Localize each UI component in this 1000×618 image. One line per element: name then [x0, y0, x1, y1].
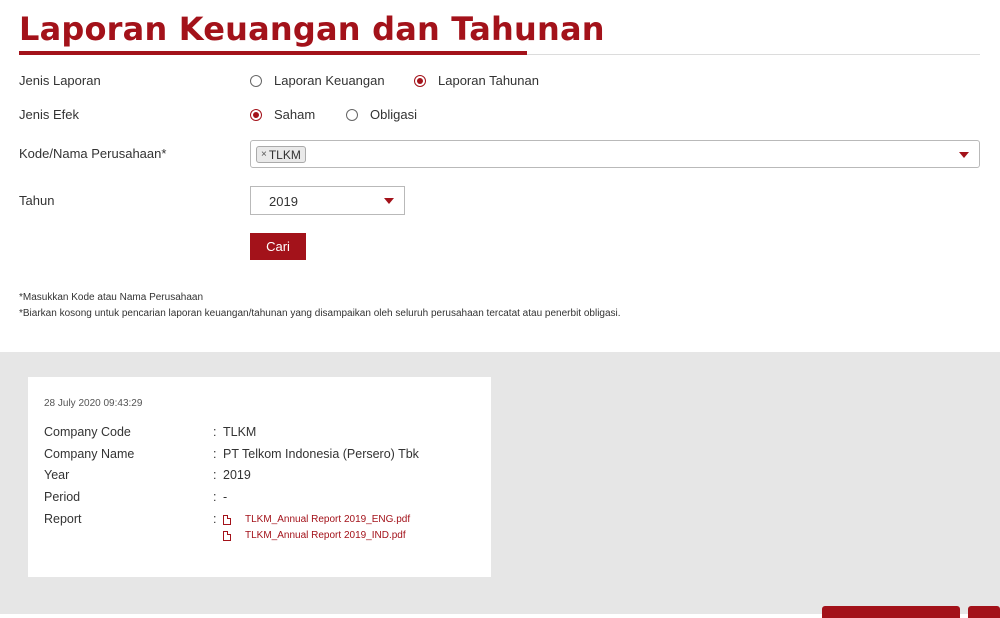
year-label: Year	[44, 468, 70, 482]
results-section: 28 July 2020 09:43:29 Company Code : TLK…	[0, 352, 1000, 614]
result-card: 28 July 2020 09:43:29 Company Code : TLK…	[28, 377, 491, 577]
company-code-select[interactable]: × TLKM	[250, 140, 980, 168]
pdf-file-icon	[223, 530, 231, 541]
company-name-value: PT Telkom Indonesia (Persero) Tbk	[223, 447, 419, 461]
jenis-laporan-label: Jenis Laporan	[19, 73, 101, 88]
chip-label: TLKM	[268, 147, 301, 162]
report-link-ind[interactable]: TLKM_Annual Report 2019_IND.pdf	[223, 530, 406, 541]
field-colon: :	[213, 468, 217, 482]
radio-label: Laporan Keuangan	[274, 73, 385, 88]
radio-unchecked-icon	[250, 74, 262, 87]
report-link-text: TLKM_Annual Report 2019_ENG.pdf	[245, 514, 411, 525]
pdf-file-icon	[223, 514, 231, 525]
period-value: -	[223, 490, 228, 504]
radio-unchecked-icon	[346, 108, 358, 121]
search-form-section: Laporan Keuangan dan Tahunan Jenis Lapor…	[0, 0, 1000, 352]
bottom-button-partial[interactable]	[968, 606, 1000, 618]
radio-checked-icon	[414, 74, 426, 87]
report-link-eng[interactable]: TLKM_Annual Report 2019_ENG.pdf	[223, 514, 410, 525]
title-underline	[19, 51, 527, 55]
field-colon: :	[213, 512, 217, 526]
radio-label: Saham	[274, 107, 316, 122]
year-select[interactable]: 2019	[250, 186, 405, 215]
company-code-value: TLKM	[223, 425, 257, 439]
jenis-efek-label: Jenis Efek	[19, 107, 79, 122]
report-link-text: TLKM_Annual Report 2019_IND.pdf	[245, 530, 406, 541]
field-colon: :	[213, 490, 217, 504]
report-label: Report	[44, 512, 82, 526]
year-value: 2019	[223, 468, 251, 482]
field-colon: :	[213, 447, 217, 461]
radio-saham[interactable]: Saham	[250, 107, 315, 122]
page-title: Laporan Keuangan dan Tahunan	[19, 10, 605, 48]
company-code-label: Company Code	[44, 425, 131, 439]
radio-checked-icon	[250, 108, 262, 121]
search-button[interactable]: Cari	[250, 233, 306, 260]
bottom-button-partial[interactable]	[822, 606, 960, 618]
caret-down-icon[interactable]	[959, 152, 969, 158]
selected-chip-tlkm: × TLKM	[256, 146, 306, 163]
radio-label: Obligasi	[370, 107, 417, 122]
tahun-label: Tahun	[19, 193, 55, 208]
caret-down-icon[interactable]	[384, 198, 394, 204]
field-colon: :	[213, 425, 217, 439]
note-line: *Biarkan kosong untuk pencarian laporan …	[19, 308, 621, 319]
remove-chip-icon[interactable]: ×	[261, 147, 267, 163]
note-line: *Masukkan Kode atau Nama Perusahaan	[19, 292, 204, 303]
year-select-value: 2019	[269, 194, 298, 209]
result-timestamp: 28 July 2020 09:43:29	[44, 398, 143, 409]
company-name-label: Company Name	[44, 447, 135, 461]
radio-obligasi[interactable]: Obligasi	[346, 107, 417, 122]
radio-laporan-keuangan[interactable]: Laporan Keuangan	[250, 73, 385, 88]
radio-label: Laporan Tahunan	[438, 73, 539, 88]
kode-perusahaan-label: Kode/Nama Perusahaan*	[19, 146, 167, 161]
radio-laporan-tahunan[interactable]: Laporan Tahunan	[414, 73, 539, 88]
period-label: Period	[44, 490, 81, 504]
